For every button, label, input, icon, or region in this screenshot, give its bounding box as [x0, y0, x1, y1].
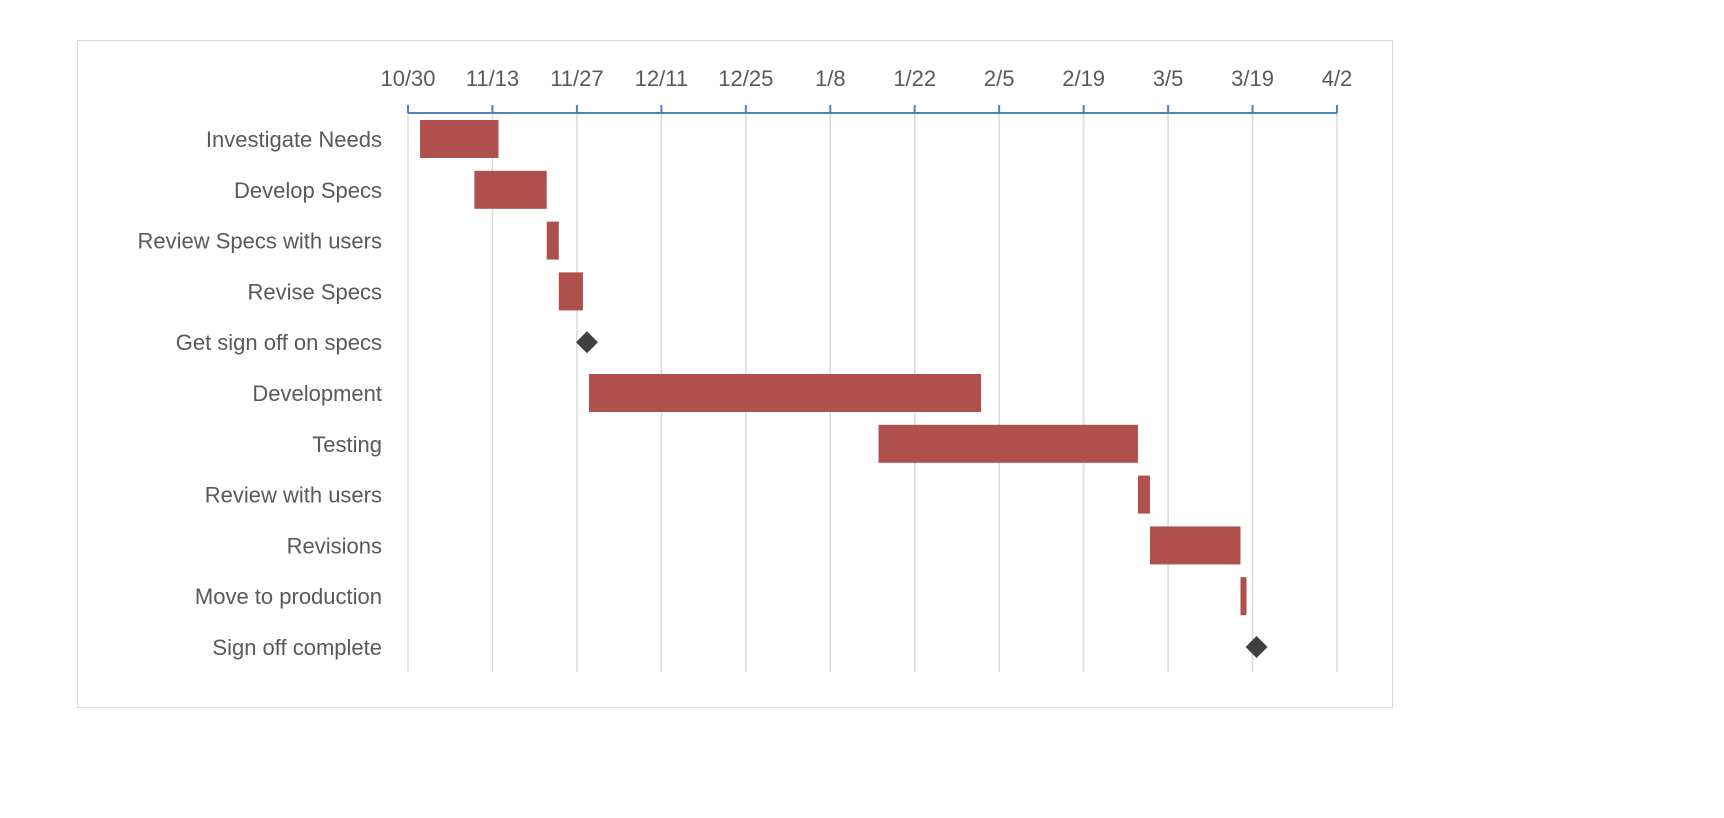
- task-bar: [588, 374, 982, 412]
- task-bar: [1137, 475, 1150, 514]
- tick-label: 4/2: [1322, 66, 1353, 91]
- tick-label: 12/25: [718, 66, 773, 91]
- tick-label: 1/8: [815, 66, 846, 91]
- task-label: Revisions: [287, 533, 382, 558]
- task-label: Review with users: [205, 483, 382, 508]
- task-label: Investigate Needs: [206, 127, 382, 152]
- task-bar: [878, 424, 1138, 463]
- tick-label: 1/22: [893, 66, 936, 91]
- milestone-marker: [575, 331, 598, 354]
- task-bar: [1149, 526, 1241, 565]
- tick-label: 11/27: [550, 66, 603, 91]
- task-labels: Investigate Needs Develop Specs Review Spe…: [137, 127, 382, 660]
- task-bar: [474, 170, 547, 209]
- task-bars: [420, 120, 1268, 658]
- task-label: Review Specs with users: [137, 229, 382, 254]
- task-bar: [546, 221, 559, 260]
- tick-label: 10/30: [380, 66, 435, 91]
- task-bar: [1240, 577, 1247, 616]
- task-label: Development: [252, 381, 382, 406]
- x-axis: 10/30 11/13 11/27 12/11 12/25 1/8 1/22 2/5 2/19 3…: [380, 66, 1353, 114]
- tick-label: 3/19: [1231, 66, 1274, 91]
- task-label: Develop Specs: [234, 178, 382, 203]
- tick-label: 2/5: [984, 66, 1015, 91]
- task-label: Move to production: [195, 584, 382, 609]
- tick-label: 11/13: [466, 66, 519, 91]
- task-label: Get sign off on specs: [176, 330, 382, 355]
- task-label: Revise Specs: [247, 279, 382, 304]
- tick-label: 12/11: [635, 66, 688, 91]
- task-bar: [558, 272, 583, 311]
- gantt-chart: 10/30 11/13 11/27 12/11 12/25 1/8 1/22 2/5 2/19 3…: [137, 66, 1353, 672]
- task-label: Sign off complete: [212, 635, 382, 660]
- milestone-marker: [1245, 636, 1268, 658]
- task-bar: [420, 120, 499, 158]
- tick-label: 3/5: [1153, 66, 1184, 91]
- tick-label: 2/19: [1062, 66, 1105, 91]
- task-label: Testing: [312, 432, 382, 457]
